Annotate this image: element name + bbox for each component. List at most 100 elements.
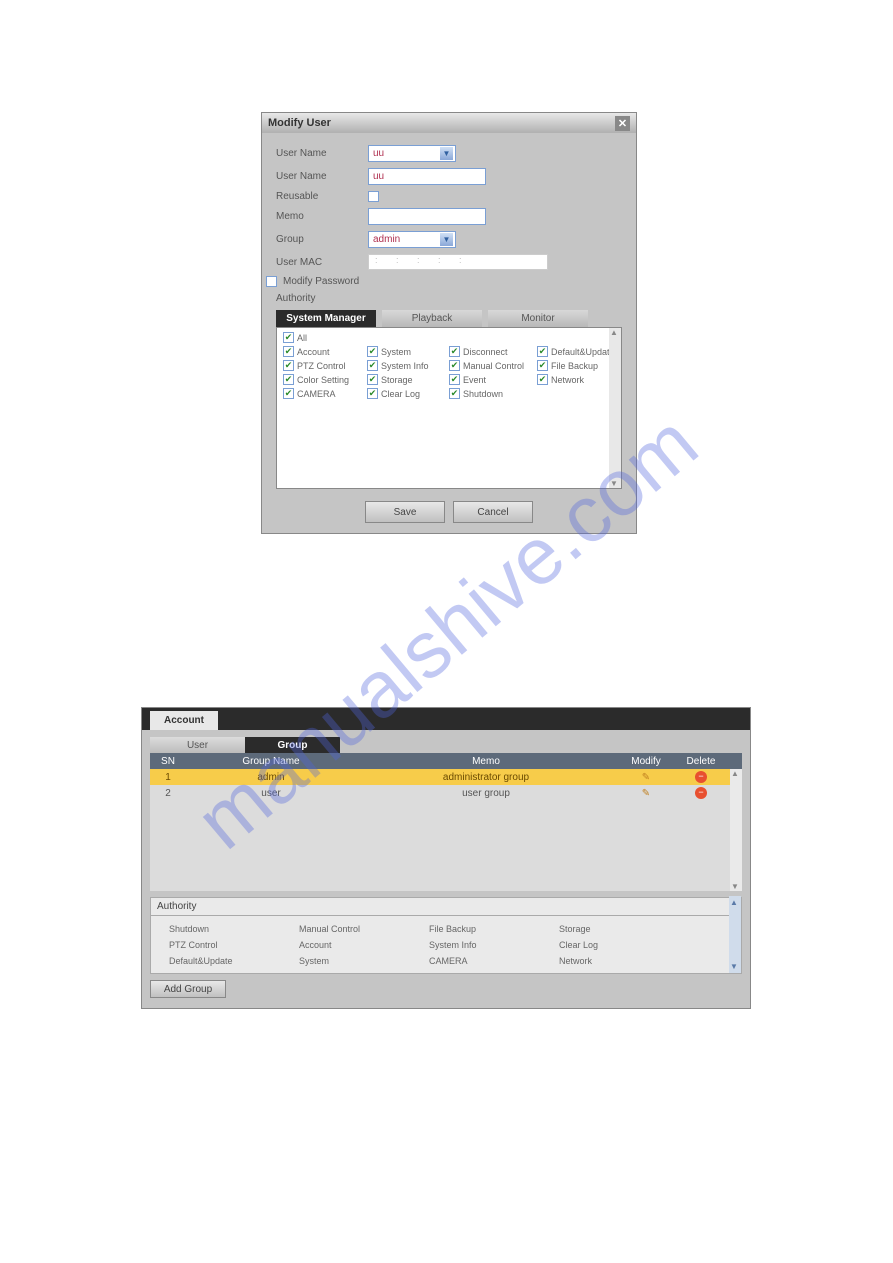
perm-checkbox[interactable]: ✔ xyxy=(283,374,294,385)
perm-checkbox[interactable]: ✔ xyxy=(367,360,378,371)
auth-item: System Info xyxy=(429,940,559,953)
auth-item: Shutdown xyxy=(169,924,299,937)
perm-label: System xyxy=(381,347,411,357)
perm-checkbox[interactable]: ✔ xyxy=(283,360,294,371)
delete-icon[interactable] xyxy=(695,787,707,799)
reusable-label: Reusable xyxy=(276,191,368,202)
perm-label: CAMERA xyxy=(297,389,336,399)
scrollbar[interactable] xyxy=(729,896,741,973)
col-modify: Modify xyxy=(616,756,676,767)
modify-user-dialog: Modify User ✕ User Name uu ▼ User Name R… xyxy=(261,112,637,534)
perm-checkbox[interactable]: ✔ xyxy=(283,388,294,399)
subtab-user[interactable]: User xyxy=(150,737,245,753)
col-delete: Delete xyxy=(676,756,726,767)
col-sn: SN xyxy=(150,756,186,767)
col-name: Group Name xyxy=(186,756,356,767)
perm-label: Disconnect xyxy=(463,347,508,357)
auth-item: Default&Update xyxy=(169,956,299,969)
grid-body: 1 admin administrator group 2 user user … xyxy=(150,769,742,891)
cell-name: user xyxy=(186,788,356,799)
cancel-button[interactable]: Cancel xyxy=(453,501,533,523)
perm-checkbox[interactable]: ✔ xyxy=(449,374,460,385)
panel-tabbar: Account xyxy=(142,708,750,730)
perm-label: Clear Log xyxy=(381,389,420,399)
perm-checkbox[interactable]: ✔ xyxy=(283,346,294,357)
col-memo: Memo xyxy=(356,756,616,767)
memo-input[interactable] xyxy=(368,208,486,225)
modify-password-checkbox[interactable] xyxy=(266,276,277,287)
auth-item: System xyxy=(299,956,429,969)
authority-section-label: Authority xyxy=(150,897,742,916)
perm-label: Storage xyxy=(381,375,413,385)
modify-password-label: Modify Password xyxy=(283,276,359,287)
dialog-titlebar: Modify User ✕ xyxy=(262,113,636,133)
tab-system-manager[interactable]: System Manager xyxy=(276,310,376,327)
auth-item: Storage xyxy=(559,924,689,937)
perm-checkbox[interactable]: ✔ xyxy=(449,360,460,371)
perm-checkbox[interactable]: ✔ xyxy=(449,346,460,357)
perm-label: Color Setting xyxy=(297,375,349,385)
username-select-value: uu xyxy=(373,148,384,159)
mac-label: User MAC xyxy=(276,257,368,268)
edit-icon[interactable] xyxy=(642,788,650,799)
auth-item: Manual Control xyxy=(299,924,429,937)
perm-checkbox[interactable]: ✔ xyxy=(283,332,294,343)
auth-item: CAMERA xyxy=(429,956,559,969)
auth-item: Network xyxy=(559,956,689,969)
cell-memo: administrator group xyxy=(356,772,616,783)
perm-checkbox[interactable]: ✔ xyxy=(537,360,548,371)
authority-box: ✔ All ✔Account ✔System ✔Disconnect ✔Defa… xyxy=(276,327,622,489)
authority-label: Authority xyxy=(276,293,368,304)
reusable-checkbox[interactable] xyxy=(368,191,379,202)
close-icon[interactable]: ✕ xyxy=(615,116,630,131)
scrollbar[interactable] xyxy=(609,328,621,488)
dialog-title: Modify User xyxy=(268,117,331,129)
perm-label: Network xyxy=(551,375,584,385)
cell-sn: 1 xyxy=(150,772,186,783)
cell-memo: user group xyxy=(356,788,616,799)
perm-label: All xyxy=(297,333,307,343)
username-select[interactable]: uu ▼ xyxy=(368,145,456,162)
perm-checkbox[interactable]: ✔ xyxy=(367,388,378,399)
perm-label: PTZ Control xyxy=(297,361,346,371)
username-input[interactable] xyxy=(368,168,486,185)
perm-label: Event xyxy=(463,375,486,385)
auth-item: PTZ Control xyxy=(169,940,299,953)
save-button[interactable]: Save xyxy=(365,501,445,523)
grid-header: SN Group Name Memo Modify Delete xyxy=(150,753,742,769)
authority-list: Shutdown Manual Control File Backup Stor… xyxy=(150,916,742,974)
chevron-down-icon: ▼ xyxy=(440,233,453,246)
perm-label: Shutdown xyxy=(463,389,503,399)
username2-label: User Name xyxy=(276,171,368,182)
memo-label: Memo xyxy=(276,211,368,222)
auth-item: Account xyxy=(299,940,429,953)
account-panel: Account User Group SN Group Name Memo Mo… xyxy=(141,707,751,1009)
cell-sn: 2 xyxy=(150,788,186,799)
tab-monitor[interactable]: Monitor xyxy=(488,310,588,327)
table-row[interactable]: 2 user user group xyxy=(150,785,742,801)
perm-label: Account xyxy=(297,347,330,357)
perm-label: System Info xyxy=(381,361,429,371)
subtab-group[interactable]: Group xyxy=(245,737,340,753)
auth-item: Clear Log xyxy=(559,940,689,953)
perm-checkbox[interactable]: ✔ xyxy=(367,346,378,357)
tab-playback[interactable]: Playback xyxy=(382,310,482,327)
scrollbar[interactable] xyxy=(730,769,742,891)
perm-checkbox[interactable]: ✔ xyxy=(537,346,548,357)
perm-checkbox[interactable]: ✔ xyxy=(537,374,548,385)
mac-input[interactable]: : : : : : xyxy=(368,254,548,270)
cell-name: admin xyxy=(186,772,356,783)
delete-icon[interactable] xyxy=(695,771,707,783)
edit-icon[interactable] xyxy=(642,772,650,783)
perm-checkbox[interactable]: ✔ xyxy=(367,374,378,385)
username-label: User Name xyxy=(276,148,368,159)
perm-checkbox[interactable]: ✔ xyxy=(449,388,460,399)
auth-item: File Backup xyxy=(429,924,559,937)
table-row[interactable]: 1 admin administrator group xyxy=(150,769,742,785)
chevron-down-icon: ▼ xyxy=(440,147,453,160)
tab-account[interactable]: Account xyxy=(150,711,218,730)
add-group-button[interactable]: Add Group xyxy=(150,980,226,998)
group-label: Group xyxy=(276,234,368,245)
perm-label: Default&Update xyxy=(551,347,615,357)
group-select[interactable]: admin ▼ xyxy=(368,231,456,248)
